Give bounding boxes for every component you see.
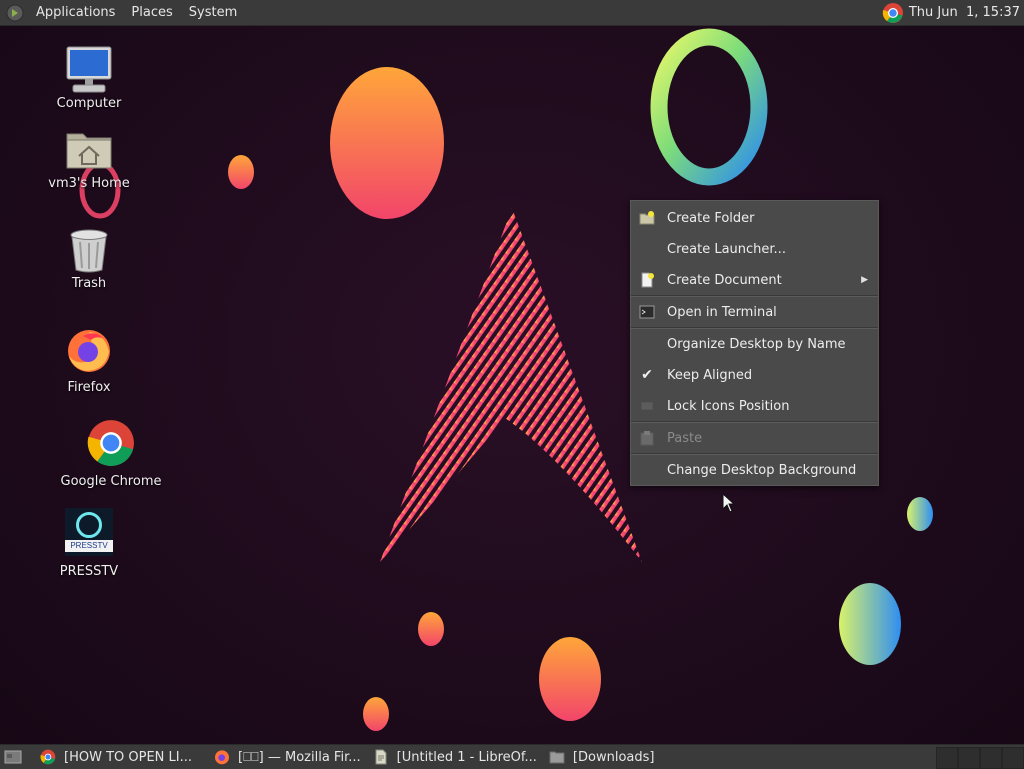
desktop-context-menu: Create Folder Create Launcher... Create … bbox=[630, 200, 879, 486]
applications-menu[interactable]: Applications bbox=[28, 0, 123, 25]
menu-separator bbox=[631, 295, 878, 297]
desktop-icon-label: Firefox bbox=[67, 380, 111, 395]
desktop-icon-label: vm3's Home bbox=[48, 176, 130, 191]
terminal-icon bbox=[639, 304, 655, 320]
tray-chrome-icon[interactable] bbox=[881, 1, 905, 25]
libreoffice-icon bbox=[375, 749, 387, 765]
green-ellipse bbox=[839, 583, 901, 665]
places-menu[interactable]: Places bbox=[123, 0, 180, 25]
workspace-1[interactable] bbox=[936, 747, 958, 769]
menu-separator bbox=[631, 421, 878, 423]
green-dot bbox=[907, 497, 933, 531]
workspace-2[interactable] bbox=[958, 747, 980, 769]
firefox-icon bbox=[68, 330, 110, 372]
presstv-logo-text: PRESSTV bbox=[70, 541, 108, 550]
menu-item-label: Change Desktop Background bbox=[667, 462, 857, 478]
menu-item-paste[interactable]: Paste bbox=[631, 424, 878, 452]
desktop-icon-label: PRESSTV bbox=[59, 564, 119, 579]
taskbar-item-label: [⎕⎕] — Mozilla Fir... bbox=[238, 749, 361, 765]
chrome-icon bbox=[40, 749, 56, 765]
menu-separator bbox=[631, 453, 878, 455]
menu-separator bbox=[631, 327, 878, 329]
desktop-icon-presstv[interactable]: PRESSTV PRESSTV bbox=[48, 508, 130, 579]
menu-item-label: Keep Aligned bbox=[667, 367, 753, 383]
orange-ellipse bbox=[330, 67, 444, 219]
menu-item-label: Create Document bbox=[667, 272, 782, 288]
folder-icon bbox=[549, 751, 565, 764]
new-folder-icon bbox=[639, 210, 655, 226]
menu-item-label: Create Launcher... bbox=[667, 241, 786, 257]
chrome-icon bbox=[87, 420, 134, 466]
taskbar-item-label: [Downloads] bbox=[572, 749, 655, 765]
orange-ellipse-2 bbox=[539, 637, 601, 721]
workspace-4[interactable] bbox=[1002, 747, 1024, 769]
show-desktop-icon bbox=[4, 750, 22, 764]
trash-icon bbox=[70, 229, 108, 273]
orange-dot bbox=[228, 155, 254, 189]
orange-dot-3 bbox=[363, 697, 389, 731]
desktop-icon-firefox[interactable]: Firefox bbox=[48, 326, 130, 395]
taskbar-item-label: [HOW TO OPEN LI... bbox=[64, 749, 192, 765]
gradient-ring bbox=[650, 28, 768, 186]
desktop-icon-label: Google Chrome bbox=[60, 474, 162, 489]
taskbar-item-downloads[interactable]: [Downloads] bbox=[543, 745, 661, 769]
presstv-icon: PRESSTV bbox=[65, 508, 113, 556]
menu-item-label: Create Folder bbox=[667, 210, 755, 226]
menu-item-label: Organize Desktop by Name bbox=[667, 336, 846, 352]
menu-item-organize-desktop[interactable]: Organize Desktop by Name bbox=[631, 330, 878, 358]
desktop-icon-home[interactable]: vm3's Home bbox=[44, 128, 134, 191]
menu-item-change-background[interactable]: Change Desktop Background bbox=[631, 456, 878, 484]
submenu-arrow-icon: ▶ bbox=[861, 275, 868, 285]
new-document-icon bbox=[639, 272, 655, 288]
unchecked-box-icon bbox=[639, 398, 655, 414]
paste-icon bbox=[639, 430, 655, 446]
checkmark-icon: ✔ bbox=[641, 367, 653, 383]
menu-item-create-launcher[interactable]: Create Launcher... bbox=[631, 235, 878, 263]
show-desktop-button[interactable] bbox=[2, 746, 24, 768]
desktop-icon-label: Computer bbox=[56, 96, 122, 111]
system-menu[interactable]: System bbox=[181, 0, 245, 25]
bottom-panel: [HOW TO OPEN LI... [⎕⎕] — Mozilla Fir...… bbox=[0, 744, 1024, 769]
taskbar-item-label: [Untitled 1 - LibreOf... bbox=[396, 749, 537, 765]
menu-item-label: Lock Icons Position bbox=[667, 398, 790, 414]
menu-item-open-terminal[interactable]: Open in Terminal bbox=[631, 298, 878, 326]
desktop-icon-computer[interactable]: Computer bbox=[48, 44, 130, 111]
top-panel: Applications Places System Thu Jun 1, 15… bbox=[0, 0, 1024, 26]
clock[interactable]: Thu Jun 1, 15:37 bbox=[909, 5, 1020, 20]
menu-item-keep-aligned[interactable]: ✔ Keep Aligned bbox=[631, 361, 878, 389]
firefox-icon bbox=[215, 750, 229, 765]
taskbar-item-firefox[interactable]: [⎕⎕] — Mozilla Fir... bbox=[208, 745, 367, 769]
menu-item-lock-icons-position[interactable]: Lock Icons Position bbox=[631, 392, 878, 420]
desktop-icon-label: Trash bbox=[71, 276, 107, 291]
computer-icon bbox=[66, 46, 112, 93]
desktop-icon-trash[interactable]: Trash bbox=[48, 228, 130, 291]
menu-item-create-document[interactable]: Create Document ▶ bbox=[631, 266, 878, 294]
menu-item-label: Open in Terminal bbox=[667, 304, 777, 320]
mouse-cursor-icon bbox=[722, 493, 736, 513]
workspace-3[interactable] bbox=[980, 747, 1002, 769]
mate-logo-icon[interactable] bbox=[6, 4, 24, 22]
menu-item-label: Paste bbox=[667, 430, 703, 446]
taskbar-item-chrome[interactable]: [HOW TO OPEN LI... bbox=[34, 745, 198, 769]
menu-item-create-folder[interactable]: Create Folder bbox=[631, 204, 878, 232]
desktop-icon-chrome[interactable]: Google Chrome bbox=[56, 418, 166, 489]
home-folder-icon bbox=[66, 133, 112, 169]
taskbar-item-libreoffice[interactable]: [Untitled 1 - LibreOf... bbox=[367, 745, 543, 769]
orange-dot-2 bbox=[418, 612, 444, 646]
arch-logo bbox=[380, 208, 642, 562]
